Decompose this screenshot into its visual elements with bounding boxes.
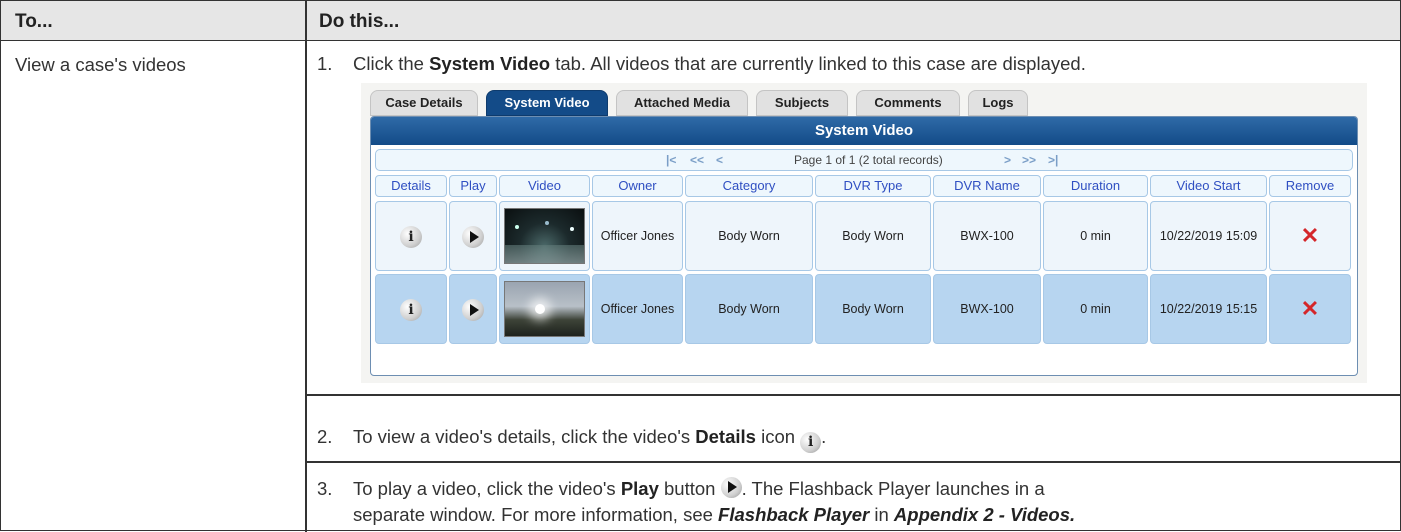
remove-cell[interactable]: ✕ [1269, 201, 1351, 271]
step-bold: Play [620, 478, 659, 499]
step-divider [305, 394, 1401, 396]
col-dvr-type[interactable]: DVR Type [815, 175, 931, 197]
dvr-name-cell: BWX-100 [933, 274, 1041, 344]
task-label: View a case's videos [15, 54, 186, 75]
step-text-pre: Click the [353, 53, 430, 74]
play-icon[interactable] [462, 225, 484, 248]
next-page-button[interactable]: > [1004, 153, 1011, 167]
step-1: 1. Click the System Video tab. All videos… [317, 51, 1086, 77]
step-text-end: . The Flashback Player launches in a [741, 478, 1045, 499]
video-thumbnail [504, 281, 585, 337]
step-text-post: button [658, 478, 716, 499]
system-video-panel: System Video |< << < Page 1 of 1 (2 tota… [370, 116, 1358, 376]
step-text-end: . [821, 426, 827, 447]
step-bold: Details [695, 426, 756, 447]
duration-cell: 0 min [1043, 201, 1148, 271]
pager: |< << < Page 1 of 1 (2 total records) > … [375, 149, 1353, 171]
step-3-line-2: separate window. For more information, s… [353, 502, 1075, 528]
info-icon[interactable]: i [400, 298, 422, 321]
tab-subjects[interactable]: Subjects [756, 90, 848, 116]
header-do-this: Do this... [319, 11, 400, 32]
play-icon[interactable] [462, 298, 484, 321]
remove-cell[interactable]: ✕ [1269, 274, 1351, 344]
video-start-cell: 10/22/2019 15:09 [1150, 201, 1267, 271]
instruction-table: To... Do this... View a case's videos 1.… [0, 0, 1401, 532]
col-video[interactable]: Video [499, 175, 590, 197]
col-owner[interactable]: Owner [592, 175, 683, 197]
col-dvr-name[interactable]: DVR Name [933, 175, 1041, 197]
video-start-cell: 10/22/2019 15:15 [1150, 274, 1267, 344]
step-number: 2. [317, 426, 333, 447]
tab-logs[interactable]: Logs [968, 90, 1028, 116]
remove-x-icon[interactable]: ✕ [1301, 296, 1319, 321]
step-3: 3. To play a video, click the video's Pla… [317, 476, 1045, 502]
step-number: 3. [317, 478, 333, 499]
last-page-button[interactable]: >| [1048, 153, 1058, 167]
col-remove[interactable]: Remove [1269, 175, 1351, 197]
step-divider [305, 461, 1401, 463]
step-bold: System Video [429, 53, 551, 74]
header-to: To... [15, 11, 53, 32]
tab-comments[interactable]: Comments [856, 90, 960, 116]
play-cell[interactable] [449, 274, 497, 344]
table-row[interactable]: i Officer Jones Body Worn Body Worn BWX-… [371, 274, 1357, 344]
duration-cell: 0 min [1043, 274, 1148, 344]
remove-x-icon[interactable]: ✕ [1301, 223, 1319, 248]
tab-case-details[interactable]: Case Details [370, 90, 478, 116]
step-number: 1. [317, 53, 333, 74]
pager-label: Page 1 of 1 (2 total records) [794, 153, 943, 167]
column-divider [305, 1, 307, 532]
category-cell: Body Worn [685, 274, 813, 344]
col-play[interactable]: Play [449, 175, 497, 197]
step-text-pre: To play a video, click the video's [353, 478, 621, 499]
next-block-button[interactable]: >> [1022, 153, 1036, 167]
step-text-line2: separate window. For more information, s… [353, 504, 719, 525]
reference-link[interactable]: Appendix 2 - Videos. [894, 504, 1075, 525]
info-icon: i [800, 432, 822, 453]
embedded-screenshot: Case Details System Video Attached Media… [361, 83, 1367, 383]
step-text-pre: To view a video's details, click the vid… [353, 426, 696, 447]
tab-attached-media[interactable]: Attached Media [616, 90, 748, 116]
col-category[interactable]: Category [685, 175, 813, 197]
dvr-type-cell: Body Worn [815, 274, 931, 344]
info-icon[interactable]: i [400, 225, 422, 248]
step-2: 2. To view a video's details, click the v… [317, 424, 826, 453]
video-cell [499, 274, 590, 344]
col-video-start[interactable]: Video Start [1150, 175, 1267, 197]
category-cell: Body Worn [685, 201, 813, 271]
details-cell[interactable]: i [375, 201, 447, 271]
prev-block-button[interactable]: << [690, 153, 704, 167]
video-cell [499, 201, 590, 271]
step-text-post: tab. All videos that are currently linke… [550, 53, 1086, 74]
play-icon [720, 477, 742, 498]
owner-cell: Officer Jones [592, 201, 683, 271]
tab-system-video[interactable]: System Video [486, 90, 608, 116]
table-row[interactable]: i Officer Jones Body Worn Body Worn BWX-… [371, 201, 1357, 271]
first-page-button[interactable]: |< [666, 153, 676, 167]
col-details[interactable]: Details [375, 175, 447, 197]
step-text-post: icon [755, 426, 796, 447]
owner-cell: Officer Jones [592, 274, 683, 344]
dvr-type-cell: Body Worn [815, 201, 931, 271]
col-duration[interactable]: Duration [1043, 175, 1148, 197]
dvr-name-cell: BWX-100 [933, 201, 1041, 271]
panel-title: System Video [371, 117, 1357, 145]
play-cell[interactable] [449, 201, 497, 271]
step-text-mid: in [869, 504, 894, 525]
video-thumbnail [504, 208, 585, 264]
details-cell[interactable]: i [375, 274, 447, 344]
table-header-row: To... Do this... [1, 1, 1400, 41]
reference-link[interactable]: Flashback Player [718, 504, 869, 525]
prev-page-button[interactable]: < [716, 153, 723, 167]
